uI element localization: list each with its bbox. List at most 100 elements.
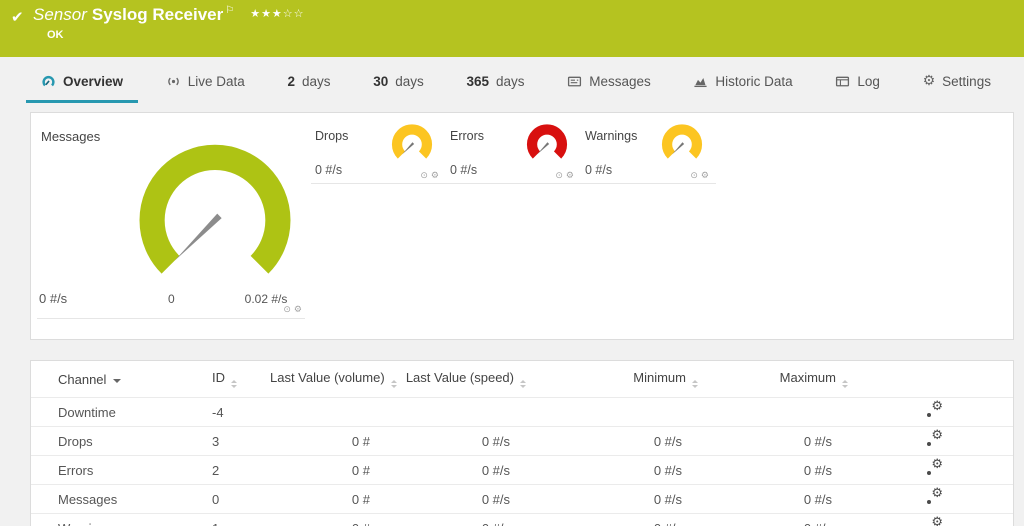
minimum-value: 0 #/s	[534, 485, 706, 514]
gauge-needle	[537, 142, 549, 154]
column-header-id[interactable]: ID	[211, 361, 269, 398]
gauge-current-value: 0 #/s	[39, 291, 67, 306]
tab-overview[interactable]: Overview	[26, 57, 138, 105]
tab-365-days[interactable]: 365 days	[451, 57, 539, 105]
gear-mini-icon[interactable]: ⚙	[701, 171, 712, 181]
column-header-last-value-volume[interactable]: Last Value (volume)	[269, 361, 394, 398]
tab-label: Log	[857, 74, 880, 89]
gauge-current-value: 0 #/s	[450, 163, 477, 177]
gear-mini-icon[interactable]: ⚙	[566, 171, 577, 181]
column-label: Channel	[58, 372, 106, 387]
flag-icon: ⚐	[225, 5, 234, 16]
gauge-cell-errors[interactable]: Errors 0 #/s ⊙⚙	[446, 121, 581, 184]
target-mini-icon[interactable]: ⊙	[555, 171, 566, 181]
sort-icon	[692, 380, 698, 388]
gauge-label: Warnings	[585, 129, 637, 143]
tab-2-days[interactable]: 2 days	[272, 57, 345, 105]
tab-label: Live Data	[188, 74, 245, 89]
gauge-current-value: 0 #/s	[315, 163, 342, 177]
last-value-volume: 0 #	[269, 456, 394, 485]
tab-label: Historic Data	[715, 74, 792, 89]
errors-gauge-dial	[519, 121, 575, 166]
gauge-cell-drops[interactable]: Drops 0 #/s ⊙⚙	[311, 121, 446, 184]
gear-icon: ⚙	[931, 399, 943, 414]
gear-icon: ⚙	[931, 428, 943, 443]
last-value-volume: 0 #	[269, 485, 394, 514]
table-row-downtime: Downtime -4 ⚙	[31, 398, 1013, 427]
sort-icon	[842, 380, 848, 388]
tab-log[interactable]: Log	[820, 57, 895, 105]
column-header-maximum[interactable]: Maximum	[706, 361, 856, 398]
channel-settings-icon[interactable]: ⚙	[926, 461, 943, 476]
gear-mini-icon[interactable]: ⚙	[294, 305, 305, 315]
sensor-name: Syslog Receiver	[92, 5, 223, 24]
column-label: Minimum	[633, 370, 686, 385]
gauge-current-value: 0 #/s	[585, 163, 612, 177]
gauge-needle	[402, 142, 414, 154]
maximum-value: 0 #/s	[706, 514, 856, 526]
channel-settings-icon[interactable]: ⚙	[926, 432, 943, 447]
channel-id: 0	[211, 485, 269, 514]
column-header-channel[interactable]: Channel	[31, 361, 211, 398]
tab-live-data[interactable]: Live Data	[151, 57, 260, 105]
sensor-kind-label: Sensor	[33, 5, 87, 24]
priority-stars[interactable]: ★★★☆☆	[250, 7, 304, 20]
channel-name: Drops	[31, 427, 211, 456]
gauge-arc	[532, 129, 562, 155]
sort-icon	[391, 380, 397, 388]
column-header-last-value-speed[interactable]: Last Value (speed)	[394, 361, 534, 398]
channels-panel: Channel ID Last Value (volume) Last Valu…	[30, 360, 1014, 526]
gauge-cell-warnings[interactable]: Warnings 0 #/s ⊙⚙	[581, 121, 716, 184]
target-mini-icon[interactable]: ⊙	[420, 171, 431, 181]
channels-table: Channel ID Last Value (volume) Last Valu…	[31, 361, 1013, 526]
gauge-label: Messages	[41, 129, 100, 144]
gauge-needle	[672, 142, 684, 154]
messages-icon	[567, 74, 582, 89]
channel-id: 3	[211, 427, 269, 456]
tab-historic-data[interactable]: Historic Data	[678, 57, 807, 105]
tab-30-days[interactable]: 30 days	[358, 57, 439, 105]
last-value-speed: 0 #/s	[394, 485, 534, 514]
last-value-speed	[394, 398, 534, 427]
tab-number: 30	[373, 74, 388, 89]
tab-label: days	[302, 74, 331, 89]
minimum-value: 0 #/s	[534, 456, 706, 485]
maximum-value	[706, 398, 856, 427]
channel-name: Downtime	[31, 398, 211, 427]
column-header-minimum[interactable]: Minimum	[534, 361, 706, 398]
tab-number: 365	[466, 74, 489, 89]
gauge-mini-icons[interactable]: ⊙⚙	[555, 171, 577, 181]
tab-label: days	[395, 74, 424, 89]
log-icon	[835, 74, 850, 89]
gauge-mini-icons[interactable]: ⊙⚙	[420, 171, 442, 181]
target-mini-icon[interactable]: ⊙	[283, 305, 294, 315]
gauge-arc	[152, 157, 278, 264]
target-mini-icon[interactable]: ⊙	[690, 171, 701, 181]
sort-desc-icon	[113, 379, 121, 383]
column-label: Last Value (speed)	[406, 370, 514, 385]
gauge-mini-icons[interactable]: ⊙⚙	[690, 171, 712, 181]
tab-label: Overview	[63, 74, 123, 89]
channel-settings-icon[interactable]: ⚙	[926, 403, 943, 418]
last-value-volume: 0 #	[269, 427, 394, 456]
channel-settings-icon[interactable]: ⚙	[926, 490, 943, 505]
tab-bar: Overview Live Data 2 days 30 days 365 da…	[0, 57, 1024, 105]
column-label: ID	[212, 370, 225, 385]
last-value-volume	[269, 398, 394, 427]
tab-messages[interactable]: Messages	[552, 57, 666, 105]
gauge-cell-messages[interactable]: Messages 0 #/s 0 0.02 #/s ⊙⚙	[37, 119, 305, 319]
tab-label: days	[496, 74, 525, 89]
maximum-value: 0 #/s	[706, 427, 856, 456]
sensor-banner: ✔ SensorSyslog Receiver⚐★★★☆☆ OK	[0, 0, 1024, 57]
column-label: Maximum	[780, 370, 836, 385]
tab-settings[interactable]: ⚙ Settings	[908, 57, 1006, 105]
gauges-panel: Messages 0 #/s 0 0.02 #/s ⊙⚙ Drops 0 #/s…	[30, 112, 1014, 340]
gauge-mini-icons[interactable]: ⊙⚙	[283, 305, 305, 315]
column-header-settings	[856, 361, 1013, 398]
channel-name: Errors	[31, 456, 211, 485]
channel-settings-icon[interactable]: ⚙	[926, 519, 943, 526]
gear-mini-icon[interactable]: ⚙	[431, 171, 442, 181]
gauge-label: Drops	[315, 129, 348, 143]
table-row-drops: Drops 3 0 # 0 #/s 0 #/s 0 #/s ⚙	[31, 427, 1013, 456]
tab-label: Settings	[942, 74, 991, 89]
